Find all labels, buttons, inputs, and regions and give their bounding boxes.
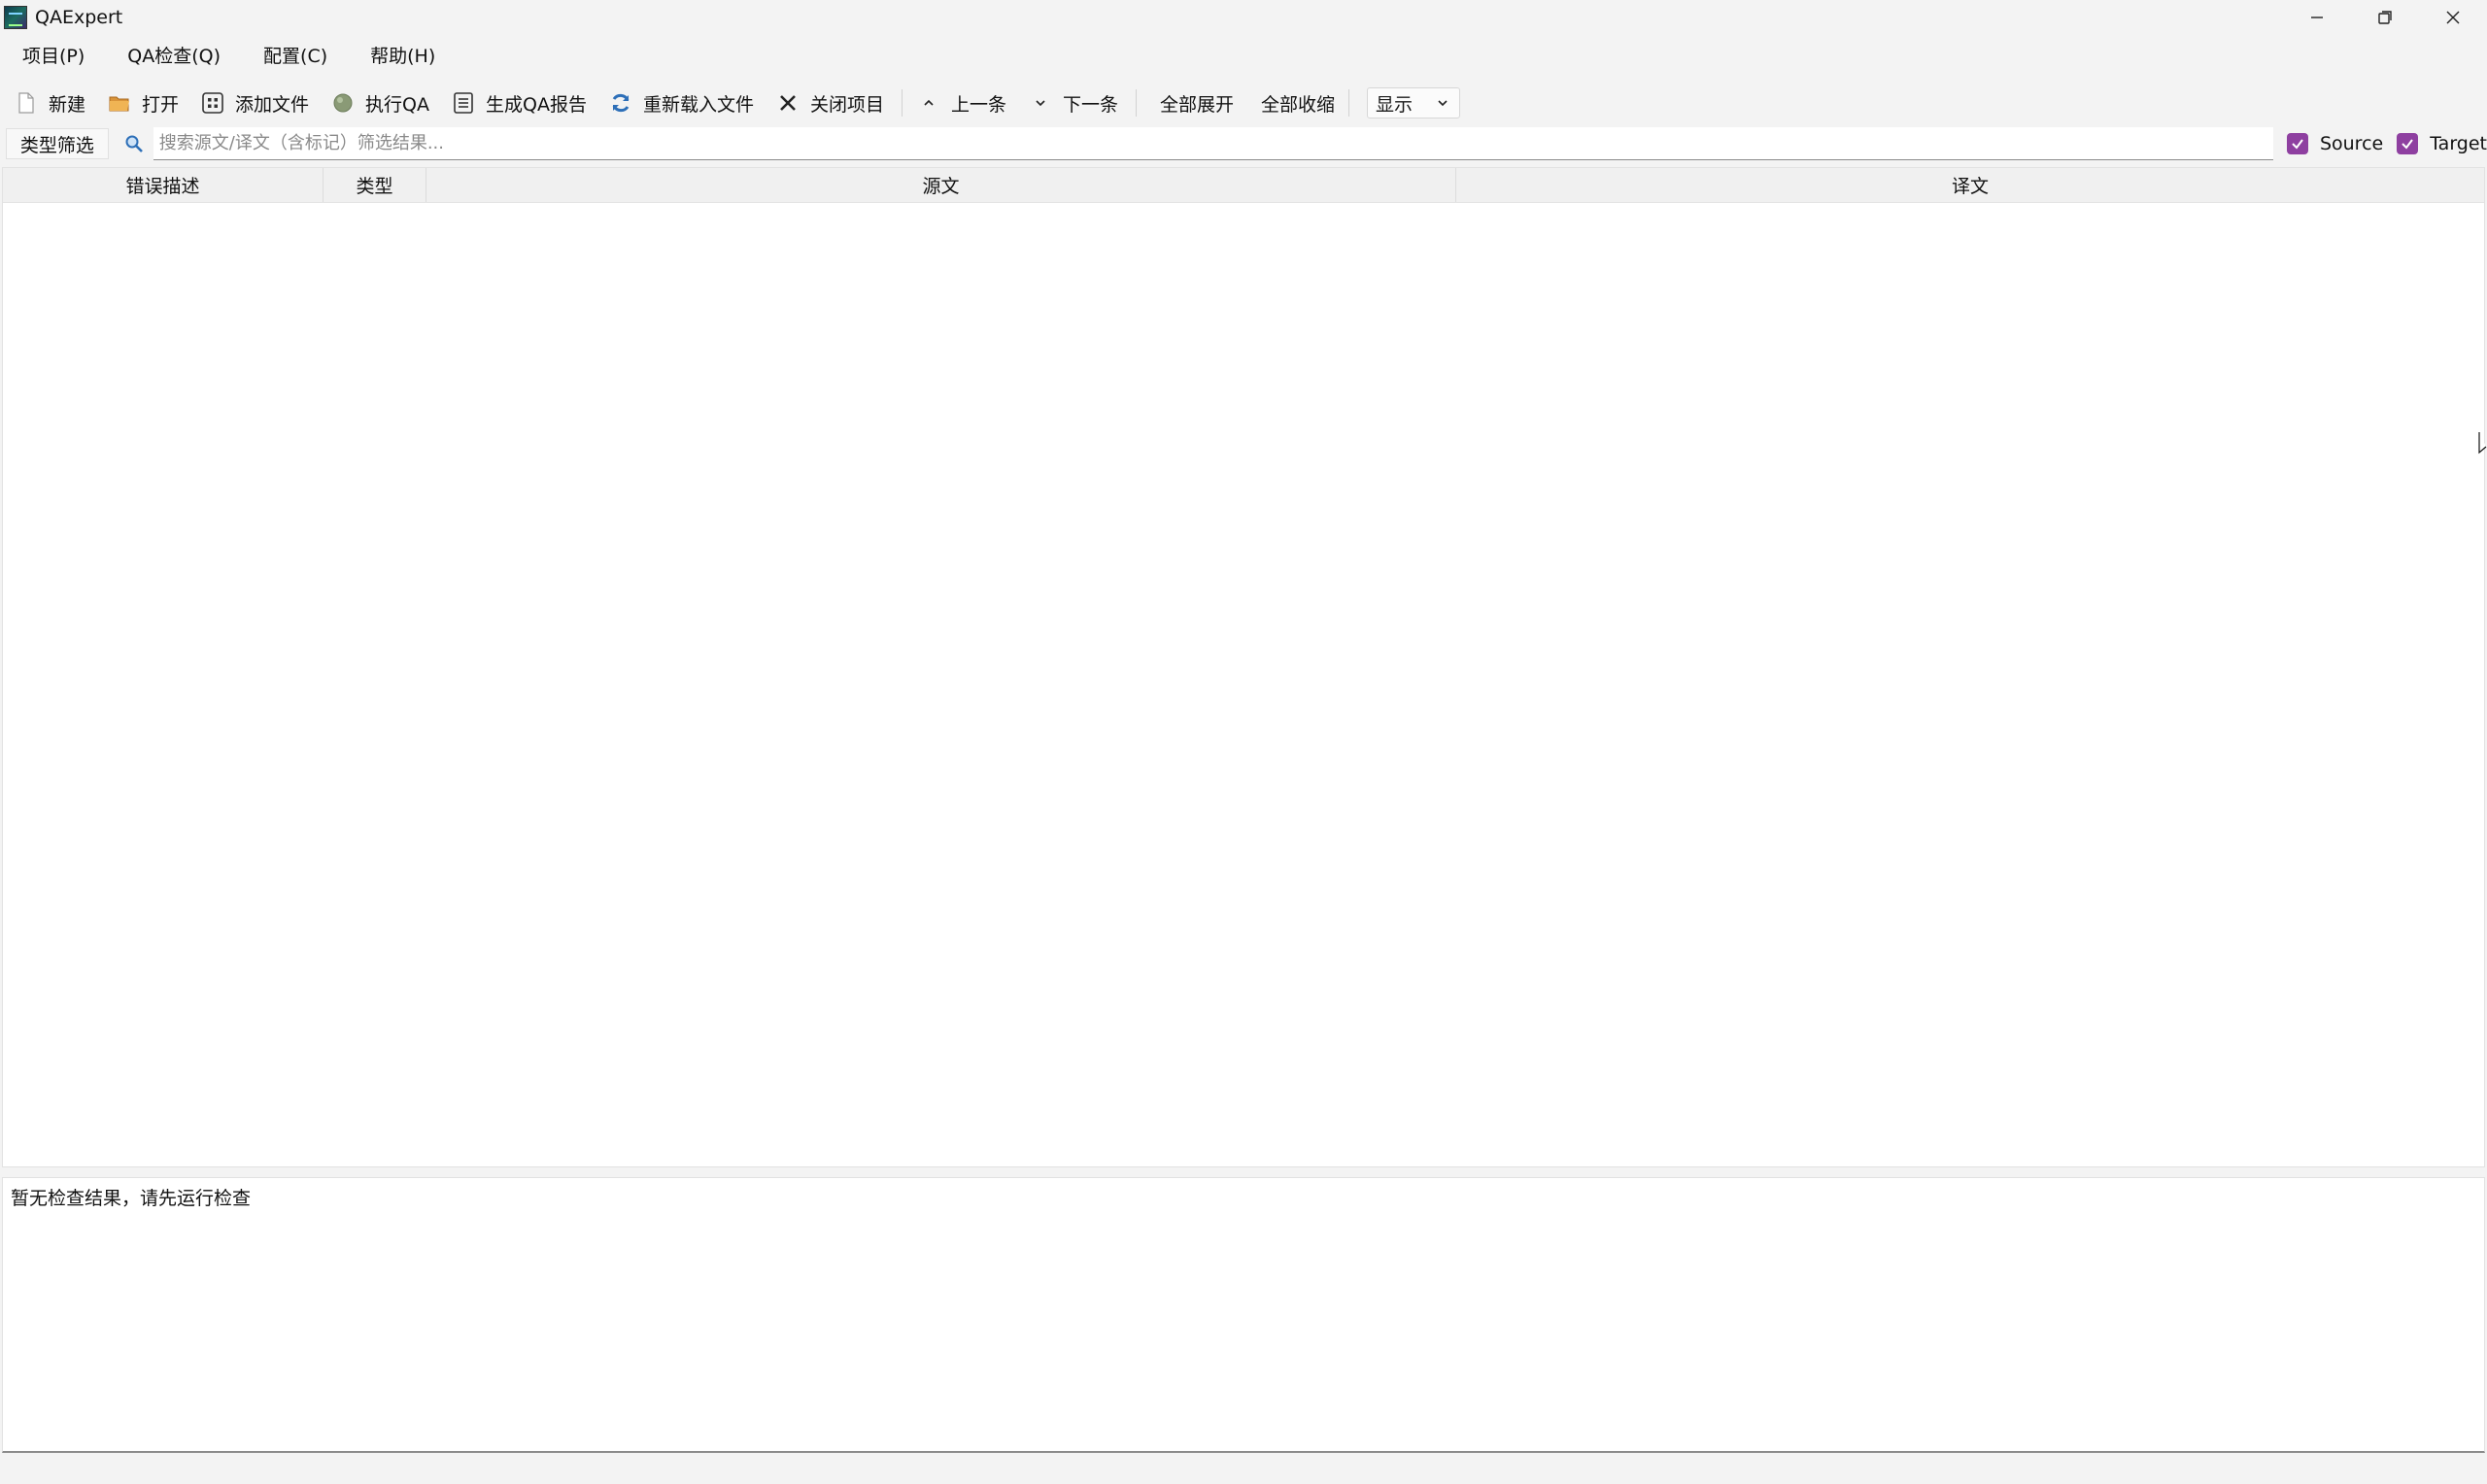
search-input[interactable] [153,127,2273,160]
type-filter-button[interactable]: 类型筛选 [6,128,109,159]
target-checkbox-label: Target [2430,133,2487,154]
column-header-source[interactable]: 源文 [426,168,1456,202]
column-header-target[interactable]: 译文 [1456,168,2484,202]
results-table: 错误描述 类型 源文 译文 [2,167,2485,1167]
detail-panel: 暂无检查结果，请先运行检查 [2,1177,2485,1453]
generate-report-label: 生成QA报告 [486,93,587,116]
collapse-all-button[interactable]: 全部收缩 [1247,85,1348,120]
report-list-icon [453,92,474,114]
close-project-button[interactable]: 关闭项目 [771,85,890,120]
title-bar: QAExpert [0,0,2487,35]
restore-button[interactable] [2351,0,2419,35]
display-select[interactable]: 显示 [1367,87,1461,118]
open-button-label: 打开 [142,93,180,116]
menu-config[interactable]: 配置(C) [251,38,340,72]
folder-icon [109,92,130,114]
window-controls [2283,0,2487,35]
close-window-button[interactable] [2419,0,2487,35]
checkbox-checked-icon [2286,133,2308,154]
run-qa-button-label: 执行QA [365,93,429,116]
chevron-down-icon [1438,100,1448,107]
next-item-button[interactable]: 下一条 [1024,85,1124,120]
run-qa-button[interactable]: 执行QA [326,85,435,120]
new-button[interactable]: 新建 [10,85,91,120]
search-icon [115,128,153,159]
generate-report-button[interactable]: 生成QA报告 [447,85,593,120]
restore-icon [2378,11,2392,24]
minimize-button[interactable] [2283,0,2351,35]
empty-results-message: 暂无检查结果，请先运行检查 [11,1188,252,1209]
menu-help[interactable]: 帮助(H) [358,38,448,72]
new-file-icon [16,92,37,114]
menu-project[interactable]: 项目(P) [10,38,97,72]
new-button-label: 新建 [49,93,86,116]
expand-all-button[interactable]: 全部展开 [1146,85,1247,120]
add-file-button-label: 添加文件 [235,93,310,116]
chevron-down-icon [1030,92,1051,114]
prev-item-label: 上一条 [950,93,1006,116]
toolbar: 新建 打开 添加文件 执行QA 生成QA报告 重新载入文件 关闭项目 上一条 下… [0,84,2487,122]
chevron-up-icon [918,92,939,114]
column-header-error-description[interactable]: 错误描述 [3,168,324,202]
reload-files-label: 重新载入文件 [642,93,754,116]
close-project-label: 关闭项目 [809,93,884,116]
prev-item-button[interactable]: 上一条 [912,85,1012,120]
toolbar-separator [1348,89,1350,117]
grid-icon [202,92,223,114]
menu-qa-check[interactable]: QA检查(Q) [115,38,233,72]
refresh-icon [610,92,631,114]
table-header: 错误描述 类型 源文 译文 [3,168,2484,203]
next-item-label: 下一条 [1063,93,1119,116]
window-title: QAExpert [35,7,123,28]
display-select-value: 显示 [1376,93,1414,116]
close-project-icon [777,92,799,114]
reload-files-button[interactable]: 重新载入文件 [604,85,760,120]
column-header-type[interactable]: 类型 [324,168,426,202]
source-checkbox-label: Source [2319,133,2384,154]
toolbar-separator [1136,89,1138,117]
filter-bar: 类型筛选 Source Target [0,124,2487,163]
source-checkbox[interactable]: Source [2286,133,2384,154]
resize-cursor-icon [2478,432,2487,455]
target-checkbox[interactable]: Target [2397,133,2487,154]
checkbox-checked-icon [2397,133,2419,154]
close-icon [2446,11,2460,24]
menu-bar: 项目(P) QA检查(Q) 配置(C) 帮助(H) [0,37,2487,72]
open-button[interactable]: 打开 [103,85,185,120]
add-file-button[interactable]: 添加文件 [196,85,315,120]
run-circle-icon [332,92,354,114]
app-logo-icon [4,6,27,29]
minimize-icon [2311,17,2323,18]
toolbar-separator [901,89,903,117]
